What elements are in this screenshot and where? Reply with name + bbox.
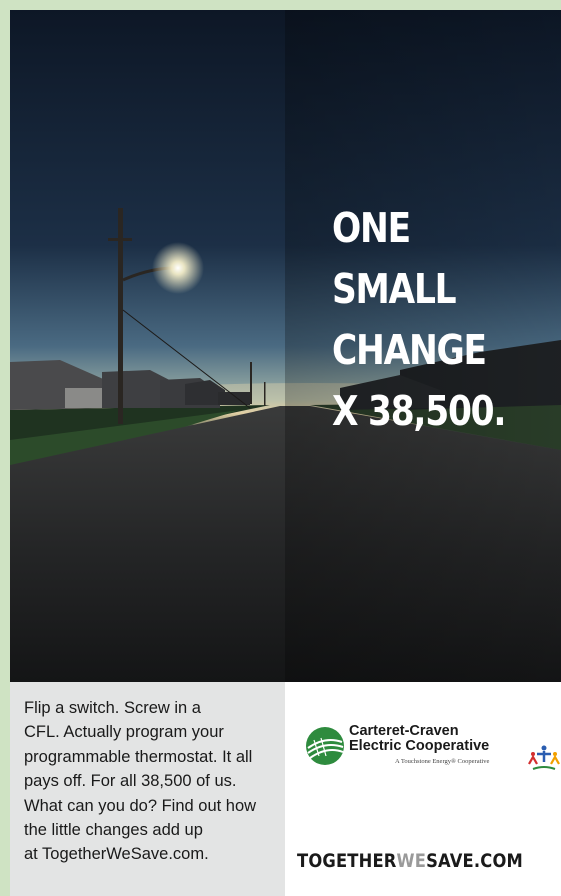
power-lines-globe-icon [306, 727, 344, 765]
website-url: TOGETHERWESAVE.COM [297, 850, 523, 872]
body-line-4: pays off. For all 38,500 of us. [24, 772, 237, 791]
headline-line-1: ONE [332, 204, 411, 252]
cooperative-name-line-1: Carteret-Craven [349, 723, 459, 739]
branding-panel: Carteret-Craven Electric Cooperative A T… [285, 682, 561, 896]
cooperative-tagline: A Touchstone Energy® Cooperative [395, 758, 490, 765]
body-line-6: the little changes add up [24, 821, 203, 840]
headline: ONE SMALL CHANGE X 38,500. [332, 198, 524, 442]
touchstone-energy-figures-icon [528, 745, 560, 770]
body-copy: Flip a switch. Screw in a CFL. Actually … [24, 696, 280, 867]
street-night-photo: ONE SMALL CHANGE X 38,500. [10, 10, 561, 682]
headline-line-3: CHANGE [332, 326, 487, 374]
headline-line-4: X 38,500. [332, 387, 506, 435]
ad-frame: ONE SMALL CHANGE X 38,500. Flip a switch… [0, 0, 561, 896]
cooperative-logo: Carteret-Craven Electric Cooperative A T… [305, 718, 560, 788]
website-part-save: SAVE.COM [426, 850, 523, 872]
body-line-1: Flip a switch. Screw in a [24, 699, 201, 717]
body-line-3: programmable thermostat. It all [24, 747, 253, 766]
website-part-we: WE [396, 850, 427, 872]
website-part-together: TOGETHER [297, 850, 397, 872]
body-copy-panel: Flip a switch. Screw in a CFL. Actually … [10, 682, 285, 896]
cooperative-name-line-2: Electric Cooperative [349, 738, 490, 754]
body-line-5: What can you do? Find out how [24, 796, 257, 815]
body-line-2: CFL. Actually program your [24, 723, 224, 742]
cooperative-name: Carteret-Craven Electric Cooperative [349, 724, 489, 754]
headline-line-2: SMALL [332, 265, 457, 313]
body-line-7: at TogetherWeSave.com. [24, 845, 209, 864]
